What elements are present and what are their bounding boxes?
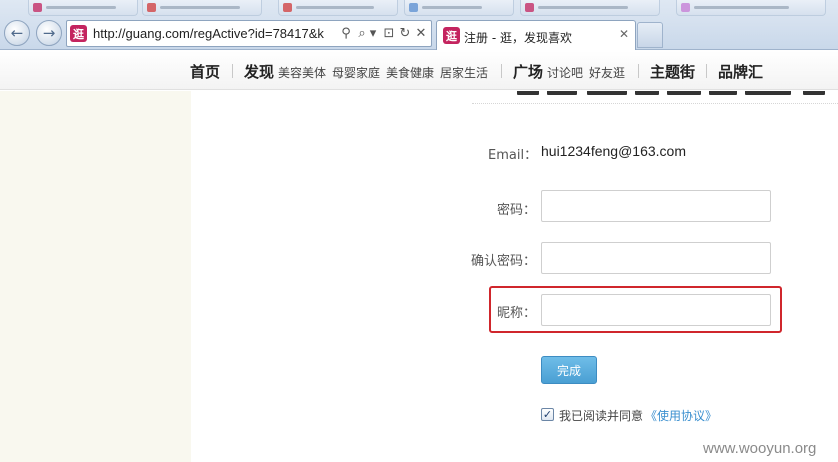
nav-discover-food[interactable]: 美食健康: [386, 64, 434, 81]
nav-divider: [232, 64, 233, 78]
tab-favicon-icon: 逛: [443, 27, 460, 44]
terms-of-use-link[interactable]: 《使用协议》: [645, 407, 717, 424]
new-tab-button[interactable]: [637, 22, 663, 48]
nav-divider: [638, 64, 639, 78]
background-tabs: [0, 0, 838, 16]
background-tab[interactable]: [520, 0, 660, 16]
background-tab[interactable]: [676, 0, 826, 16]
nav-topic-street[interactable]: 主题街: [650, 61, 695, 82]
background-tab[interactable]: [404, 0, 514, 16]
nav-square-friends[interactable]: 好友逛: [589, 64, 625, 81]
nav-divider: [706, 64, 707, 78]
stop-icon[interactable]: ✕: [413, 25, 429, 42]
dropdown-arrow-icon[interactable]: ▾: [368, 25, 378, 42]
nav-discover[interactable]: 发现: [244, 61, 274, 82]
email-value: hui1234feng@163.com: [541, 143, 686, 159]
nav-square-discussion[interactable]: 讨论吧: [547, 64, 583, 81]
compatibility-view-icon[interactable]: ⚲: [338, 25, 354, 42]
nav-divider: [501, 64, 502, 78]
nav-square[interactable]: 广场: [513, 61, 543, 82]
screenshot: ← → 逛 http://guang.com/regActive?id=7841…: [0, 0, 838, 462]
confirm-password-label: 确认密码：: [470, 254, 536, 269]
password-label: 密码：: [496, 203, 536, 218]
tab-close-icon[interactable]: ✕: [619, 27, 629, 41]
email-label: Email：: [488, 148, 538, 163]
refresh-icon[interactable]: ↻: [397, 25, 413, 42]
confirm-password-field[interactable]: [541, 242, 771, 274]
watermark: www.wooyun.org: [703, 440, 817, 457]
password-field[interactable]: [541, 190, 771, 222]
site-nav: 首页 发现 美容美体 母婴家庭 美食健康 居家生活 广场 讨论吧 好友逛 主题街…: [0, 51, 838, 90]
left-column: [0, 91, 191, 462]
background-tab[interactable]: [142, 0, 262, 16]
background-tab[interactable]: [278, 0, 398, 16]
site-favicon-icon: 逛: [70, 25, 87, 42]
nickname-field[interactable]: [541, 294, 771, 326]
nickname-label: 昵称：: [496, 306, 536, 321]
browser-chrome: ← → 逛 http://guang.com/regActive?id=7841…: [0, 0, 838, 50]
clipped-text-fragment: [513, 91, 838, 95]
agree-checkbox[interactable]: ✓: [541, 408, 554, 421]
address-bar[interactable]: 逛 http://guang.com/regActive?id=78417&k …: [66, 20, 432, 47]
arrow-right-icon: →: [42, 23, 56, 42]
section-divider: [472, 103, 838, 104]
url-text[interactable]: http://guang.com/regActive?id=78417&k: [93, 26, 337, 41]
nav-home[interactable]: 首页: [190, 61, 220, 82]
agree-text: 我已阅读并同意: [559, 409, 644, 423]
forward-button[interactable]: →: [36, 20, 62, 46]
nav-discover-home[interactable]: 居家生活: [440, 64, 488, 81]
nav-brand-hub[interactable]: 品牌汇: [718, 61, 763, 82]
active-tab[interactable]: 逛 注册 - 逛，发现喜欢 ✕: [436, 20, 636, 50]
arrow-left-icon: ←: [10, 23, 24, 42]
submit-button[interactable]: 完成: [541, 356, 597, 384]
nav-discover-family[interactable]: 母婴家庭: [332, 64, 380, 81]
tab-title: 注册 - 逛，发现喜欢: [464, 31, 572, 45]
back-button[interactable]: ←: [4, 20, 30, 46]
nav-discover-beauty[interactable]: 美容美体: [278, 64, 326, 81]
background-tab[interactable]: [28, 0, 138, 16]
compat-page-icon[interactable]: ⊡: [381, 25, 397, 42]
